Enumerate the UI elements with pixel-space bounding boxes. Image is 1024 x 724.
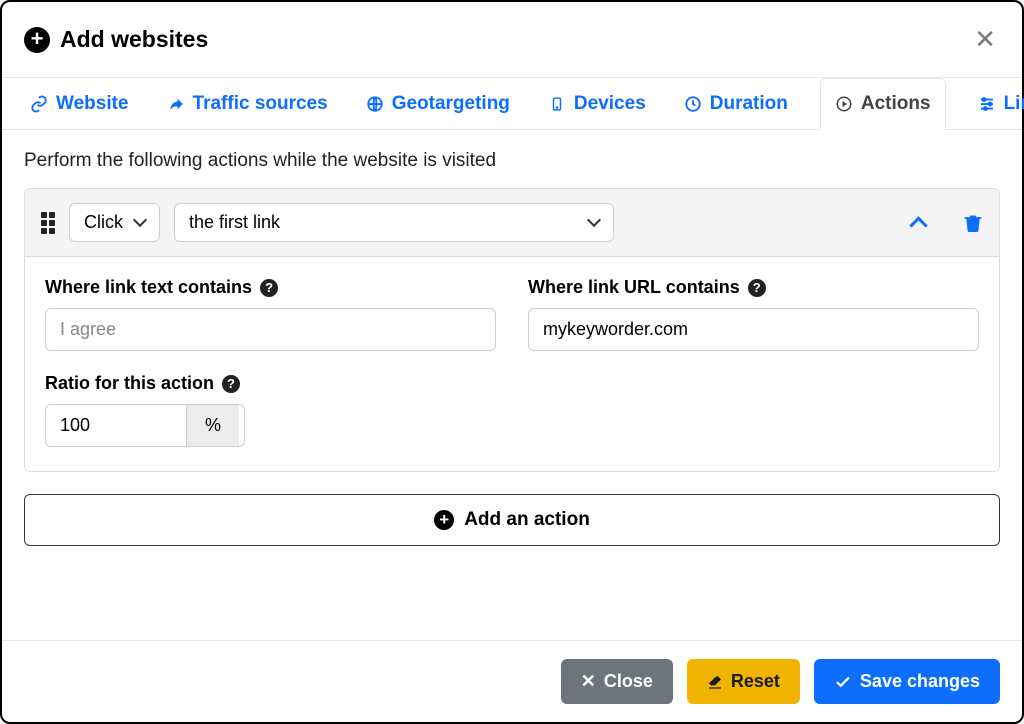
plus-circle-icon — [434, 510, 454, 530]
ratio-field: Ratio for this action ? % — [45, 373, 305, 447]
field-label: Ratio for this action ? — [45, 373, 305, 394]
close-button[interactable]: ✕ Close — [561, 659, 673, 704]
tab-bar: Website Traffic sources Geotargeting Dev… — [2, 78, 1022, 130]
tab-label: Website — [56, 93, 129, 115]
share-icon — [167, 95, 185, 113]
modal-header: Add websites ✕ — [2, 2, 1022, 78]
action-target-value: the first link — [189, 212, 280, 232]
field-label: Where link text contains ? — [45, 277, 496, 298]
link-url-input[interactable] — [528, 308, 979, 351]
help-icon[interactable]: ? — [222, 375, 240, 393]
reset-button[interactable]: Reset — [687, 659, 800, 704]
field-row: Where link text contains ? Where link UR… — [45, 277, 979, 351]
x-icon: ✕ — [581, 671, 596, 692]
drag-handle-icon[interactable] — [41, 212, 55, 234]
modal-title-text: Add websites — [60, 26, 208, 53]
modal-footer: ✕ Close Reset Save changes — [2, 640, 1022, 722]
instruction-text: Perform the following actions while the … — [24, 150, 1000, 172]
tab-actions[interactable]: Actions — [820, 78, 946, 130]
collapse-toggle[interactable] — [907, 212, 929, 234]
tab-traffic-sources[interactable]: Traffic sources — [161, 79, 334, 129]
play-circle-icon — [835, 95, 853, 113]
close-icon[interactable]: ✕ — [970, 20, 1000, 59]
help-icon[interactable]: ? — [260, 279, 278, 297]
link-icon — [30, 95, 48, 113]
tab-website[interactable]: Website — [24, 79, 135, 129]
tab-label: Actions — [861, 93, 931, 115]
check-icon — [834, 673, 852, 691]
tab-label: Duration — [710, 93, 788, 115]
tab-label: Devices — [574, 93, 646, 115]
field-label: Where link URL contains ? — [528, 277, 979, 298]
action-type-select[interactable]: Click — [69, 203, 160, 242]
modal-title: Add websites — [24, 26, 208, 53]
chevron-down-icon — [589, 217, 601, 229]
tab-geotargeting[interactable]: Geotargeting — [360, 79, 516, 129]
action-type-value: Click — [84, 212, 123, 232]
reset-label: Reset — [731, 671, 780, 692]
link-url-field: Where link URL contains ? — [528, 277, 979, 351]
tab-devices[interactable]: Devices — [542, 79, 652, 129]
action-header: Click the first link — [25, 189, 999, 257]
ratio-input[interactable] — [46, 405, 186, 446]
action-body: Where link text contains ? Where link UR… — [25, 257, 999, 471]
mobile-icon — [548, 95, 566, 113]
tab-label: Traffic sources — [193, 93, 328, 115]
add-action-label: Add an action — [464, 509, 590, 531]
tab-content: Perform the following actions while the … — [2, 130, 1022, 640]
plus-circle-icon — [24, 27, 50, 53]
tab-label: Limits — [1004, 93, 1024, 115]
delete-action-button[interactable] — [963, 212, 983, 234]
ratio-suffix: % — [186, 405, 239, 446]
tab-duration[interactable]: Duration — [678, 79, 794, 129]
save-label: Save changes — [860, 671, 980, 692]
action-block: Click the first link Where link — [24, 188, 1000, 472]
ratio-input-group: % — [45, 404, 245, 447]
eraser-icon — [707, 674, 723, 690]
chevron-down-icon — [135, 217, 147, 229]
link-text-field: Where link text contains ? — [45, 277, 496, 351]
sliders-icon — [978, 95, 996, 113]
globe-icon — [366, 95, 384, 113]
tab-limits[interactable]: Limits — [972, 79, 1024, 129]
close-label: Close — [604, 671, 653, 692]
clock-icon — [684, 95, 702, 113]
action-target-select[interactable]: the first link — [174, 203, 614, 242]
link-text-input[interactable] — [45, 308, 496, 351]
tab-label: Geotargeting — [392, 93, 510, 115]
help-icon[interactable]: ? — [748, 279, 766, 297]
add-action-button[interactable]: Add an action — [24, 494, 1000, 546]
save-button[interactable]: Save changes — [814, 659, 1000, 704]
add-websites-modal: Add websites ✕ Website Traffic sources G… — [0, 0, 1024, 724]
